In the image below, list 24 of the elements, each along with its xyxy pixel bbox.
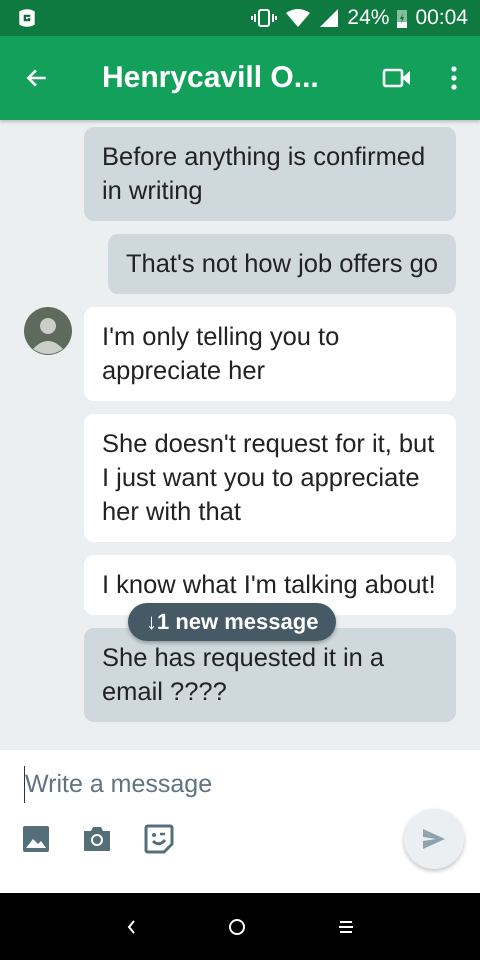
message-bubble: That's not how job offers go (108, 234, 456, 294)
sticker-icon (144, 824, 174, 854)
back-nav-icon[interactable] (126, 918, 136, 934)
menu-icon[interactable] (338, 918, 354, 934)
image-button[interactable] (20, 823, 52, 855)
home-nav-icon[interactable] (228, 918, 246, 936)
more-vertical-icon (450, 66, 458, 90)
signal-icon (319, 8, 340, 28)
avatar[interactable] (24, 307, 72, 355)
sticker-button[interactable] (142, 822, 176, 856)
message-bubble: Before anything is confirmed in writing (84, 127, 456, 221)
send-button[interactable] (404, 809, 464, 869)
clock: 00:04 (415, 6, 468, 30)
message-bubble: I'm only telling you to appreciate her (84, 307, 456, 401)
chat-title: Henrycavill O... (102, 61, 320, 95)
image-icon (22, 825, 50, 853)
video-camera-icon (382, 67, 412, 89)
vibrate-icon (251, 8, 278, 28)
battery-charging-icon (397, 8, 408, 28)
wifi-icon (285, 8, 312, 28)
battery-percent: 24% (347, 6, 390, 30)
camera-icon (82, 825, 112, 853)
send-icon (421, 828, 447, 850)
message-bubble: She doesn't request for it, but I just want you to appreciate her with that (84, 414, 456, 542)
